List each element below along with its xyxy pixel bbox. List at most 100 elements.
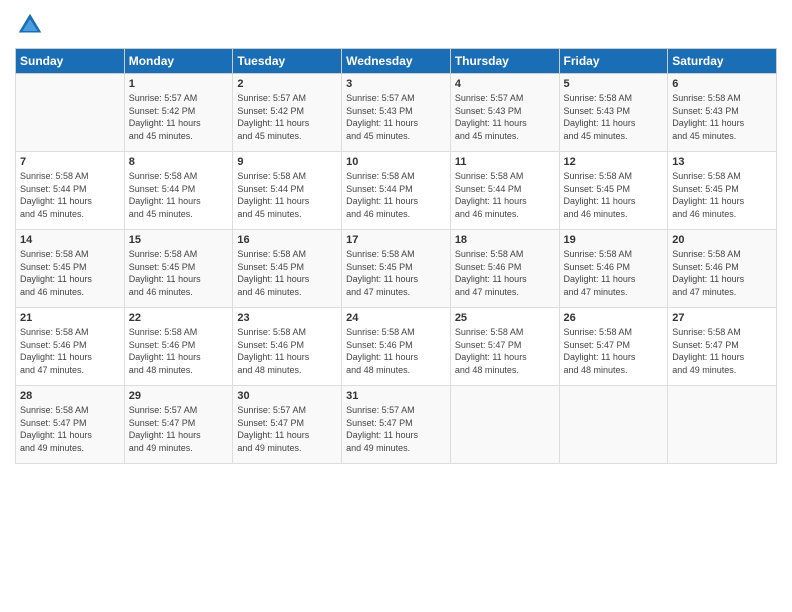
day-info: Sunrise: 5:58 AM Sunset: 5:44 PM Dayligh… [237, 170, 337, 220]
calendar-cell: 19 Sunrise: 5:58 AM Sunset: 5:46 PM Dayli… [559, 230, 668, 308]
day-info: Sunrise: 5:58 AM Sunset: 5:46 PM Dayligh… [20, 326, 120, 376]
calendar-cell: 11 Sunrise: 5:58 AM Sunset: 5:44 PM Dayli… [450, 152, 559, 230]
calendar-cell [668, 386, 777, 464]
calendar-cell: 16 Sunrise: 5:58 AM Sunset: 5:45 PM Dayli… [233, 230, 342, 308]
day-info: Sunrise: 5:58 AM Sunset: 5:46 PM Dayligh… [455, 248, 555, 298]
calendar-cell: 27 Sunrise: 5:58 AM Sunset: 5:47 PM Dayli… [668, 308, 777, 386]
calendar-cell [559, 386, 668, 464]
day-number: 19 [564, 234, 664, 246]
day-info: Sunrise: 5:58 AM Sunset: 5:44 PM Dayligh… [129, 170, 229, 220]
day-info: Sunrise: 5:57 AM Sunset: 5:43 PM Dayligh… [346, 92, 446, 142]
day-number: 15 [129, 234, 229, 246]
column-header-tuesday: Tuesday [233, 49, 342, 74]
day-number: 14 [20, 234, 120, 246]
calendar-week-2: 7 Sunrise: 5:58 AM Sunset: 5:44 PM Daylig… [16, 152, 777, 230]
day-number: 31 [346, 390, 446, 402]
day-info: Sunrise: 5:58 AM Sunset: 5:45 PM Dayligh… [129, 248, 229, 298]
calendar-cell: 22 Sunrise: 5:58 AM Sunset: 5:46 PM Dayli… [124, 308, 233, 386]
day-info: Sunrise: 5:58 AM Sunset: 5:45 PM Dayligh… [237, 248, 337, 298]
calendar-cell: 7Sunrise: 5:58 AM Sunset: 5:44 PM Daylig… [16, 152, 125, 230]
calendar-cell: 31 Sunrise: 5:57 AM Sunset: 5:47 PM Dayli… [342, 386, 451, 464]
calendar-cell: 29 Sunrise: 5:57 AM Sunset: 5:47 PM Dayli… [124, 386, 233, 464]
day-number: 26 [564, 312, 664, 324]
day-info: Sunrise: 5:57 AM Sunset: 5:42 PM Dayligh… [237, 92, 337, 142]
day-info: Sunrise: 5:58 AM Sunset: 5:46 PM Dayligh… [672, 248, 772, 298]
calendar-cell: 14 Sunrise: 5:58 AM Sunset: 5:45 PM Dayli… [16, 230, 125, 308]
day-info: Sunrise: 5:58 AM Sunset: 5:47 PM Dayligh… [672, 326, 772, 376]
calendar-cell: 18 Sunrise: 5:58 AM Sunset: 5:46 PM Dayli… [450, 230, 559, 308]
day-number: 10 [346, 156, 446, 168]
column-header-thursday: Thursday [450, 49, 559, 74]
day-info: Sunrise: 5:58 AM Sunset: 5:46 PM Dayligh… [129, 326, 229, 376]
calendar-cell: 25Sunrise: 5:58 AM Sunset: 5:47 PM Dayli… [450, 308, 559, 386]
day-number: 1 [129, 78, 229, 90]
calendar-cell: 10 Sunrise: 5:58 AM Sunset: 5:44 PM Dayli… [342, 152, 451, 230]
day-info: Sunrise: 5:58 AM Sunset: 5:47 PM Dayligh… [455, 326, 555, 376]
calendar-cell: 17Sunrise: 5:58 AM Sunset: 5:45 PM Dayli… [342, 230, 451, 308]
calendar-cell: 13 Sunrise: 5:58 AM Sunset: 5:45 PM Dayli… [668, 152, 777, 230]
calendar-container: SundayMondayTuesdayWednesdayThursdayFrid… [0, 0, 792, 612]
calendar-cell: 2Sunrise: 5:57 AM Sunset: 5:42 PM Daylig… [233, 74, 342, 152]
calendar-cell [16, 74, 125, 152]
day-number: 8 [129, 156, 229, 168]
logo [15, 10, 49, 40]
day-number: 21 [20, 312, 120, 324]
day-number: 4 [455, 78, 555, 90]
calendar-cell: 4Sunrise: 5:57 AM Sunset: 5:43 PM Daylig… [450, 74, 559, 152]
day-info: Sunrise: 5:58 AM Sunset: 5:43 PM Dayligh… [564, 92, 664, 142]
calendar-cell: 21 Sunrise: 5:58 AM Sunset: 5:46 PM Dayli… [16, 308, 125, 386]
header-row: SundayMondayTuesdayWednesdayThursdayFrid… [16, 49, 777, 74]
calendar-cell: 9 Sunrise: 5:58 AM Sunset: 5:44 PM Daylig… [233, 152, 342, 230]
day-number: 3 [346, 78, 446, 90]
day-number: 27 [672, 312, 772, 324]
calendar-cell: 28 Sunrise: 5:58 AM Sunset: 5:47 PM Dayli… [16, 386, 125, 464]
day-number: 5 [564, 78, 664, 90]
calendar-cell: 24Sunrise: 5:58 AM Sunset: 5:46 PM Dayli… [342, 308, 451, 386]
header [15, 10, 777, 40]
day-number: 13 [672, 156, 772, 168]
day-info: Sunrise: 5:58 AM Sunset: 5:44 PM Dayligh… [455, 170, 555, 220]
day-number: 24 [346, 312, 446, 324]
calendar-cell: 15 Sunrise: 5:58 AM Sunset: 5:45 PM Dayli… [124, 230, 233, 308]
logo-icon [15, 10, 45, 40]
day-number: 9 [237, 156, 337, 168]
calendar-cell: 26 Sunrise: 5:58 AM Sunset: 5:47 PM Dayli… [559, 308, 668, 386]
day-number: 7 [20, 156, 120, 168]
day-info: Sunrise: 5:58 AM Sunset: 5:46 PM Dayligh… [564, 248, 664, 298]
day-number: 6 [672, 78, 772, 90]
calendar-cell: 12Sunrise: 5:58 AM Sunset: 5:45 PM Dayli… [559, 152, 668, 230]
day-info: Sunrise: 5:58 AM Sunset: 5:45 PM Dayligh… [672, 170, 772, 220]
day-number: 23 [237, 312, 337, 324]
calendar-cell: 23 Sunrise: 5:58 AM Sunset: 5:46 PM Dayli… [233, 308, 342, 386]
day-number: 16 [237, 234, 337, 246]
calendar-cell: 3 Sunrise: 5:57 AM Sunset: 5:43 PM Daylig… [342, 74, 451, 152]
day-number: 30 [237, 390, 337, 402]
calendar-cell: 1Sunrise: 5:57 AM Sunset: 5:42 PM Daylig… [124, 74, 233, 152]
day-info: Sunrise: 5:57 AM Sunset: 5:47 PM Dayligh… [237, 404, 337, 454]
day-info: Sunrise: 5:58 AM Sunset: 5:44 PM Dayligh… [346, 170, 446, 220]
day-info: Sunrise: 5:58 AM Sunset: 5:47 PM Dayligh… [20, 404, 120, 454]
day-number: 17 [346, 234, 446, 246]
column-header-sunday: Sunday [16, 49, 125, 74]
day-info: Sunrise: 5:58 AM Sunset: 5:45 PM Dayligh… [20, 248, 120, 298]
day-info: Sunrise: 5:58 AM Sunset: 5:43 PM Dayligh… [672, 92, 772, 142]
day-info: Sunrise: 5:58 AM Sunset: 5:46 PM Dayligh… [237, 326, 337, 376]
day-number: 11 [455, 156, 555, 168]
day-number: 29 [129, 390, 229, 402]
day-number: 28 [20, 390, 120, 402]
calendar-cell [450, 386, 559, 464]
day-number: 18 [455, 234, 555, 246]
column-header-saturday: Saturday [668, 49, 777, 74]
table-header: SundayMondayTuesdayWednesdayThursdayFrid… [16, 49, 777, 74]
calendar-cell: 5 Sunrise: 5:58 AM Sunset: 5:43 PM Daylig… [559, 74, 668, 152]
calendar-table: SundayMondayTuesdayWednesdayThursdayFrid… [15, 48, 777, 464]
day-info: Sunrise: 5:58 AM Sunset: 5:47 PM Dayligh… [564, 326, 664, 376]
day-number: 22 [129, 312, 229, 324]
day-info: Sunrise: 5:57 AM Sunset: 5:47 PM Dayligh… [129, 404, 229, 454]
day-info: Sunrise: 5:57 AM Sunset: 5:47 PM Dayligh… [346, 404, 446, 454]
calendar-week-1: 1 Sunrise: 5:57 AM Sunset: 5:42 PM Daylig… [16, 74, 777, 152]
calendar-cell: 6 Sunrise: 5:58 AM Sunset: 5:43 PM Daylig… [668, 74, 777, 152]
calendar-cell: 20Sunrise: 5:58 AM Sunset: 5:46 PM Dayli… [668, 230, 777, 308]
column-header-friday: Friday [559, 49, 668, 74]
calendar-week-4: 21 Sunrise: 5:58 AM Sunset: 5:46 PM Dayli… [16, 308, 777, 386]
